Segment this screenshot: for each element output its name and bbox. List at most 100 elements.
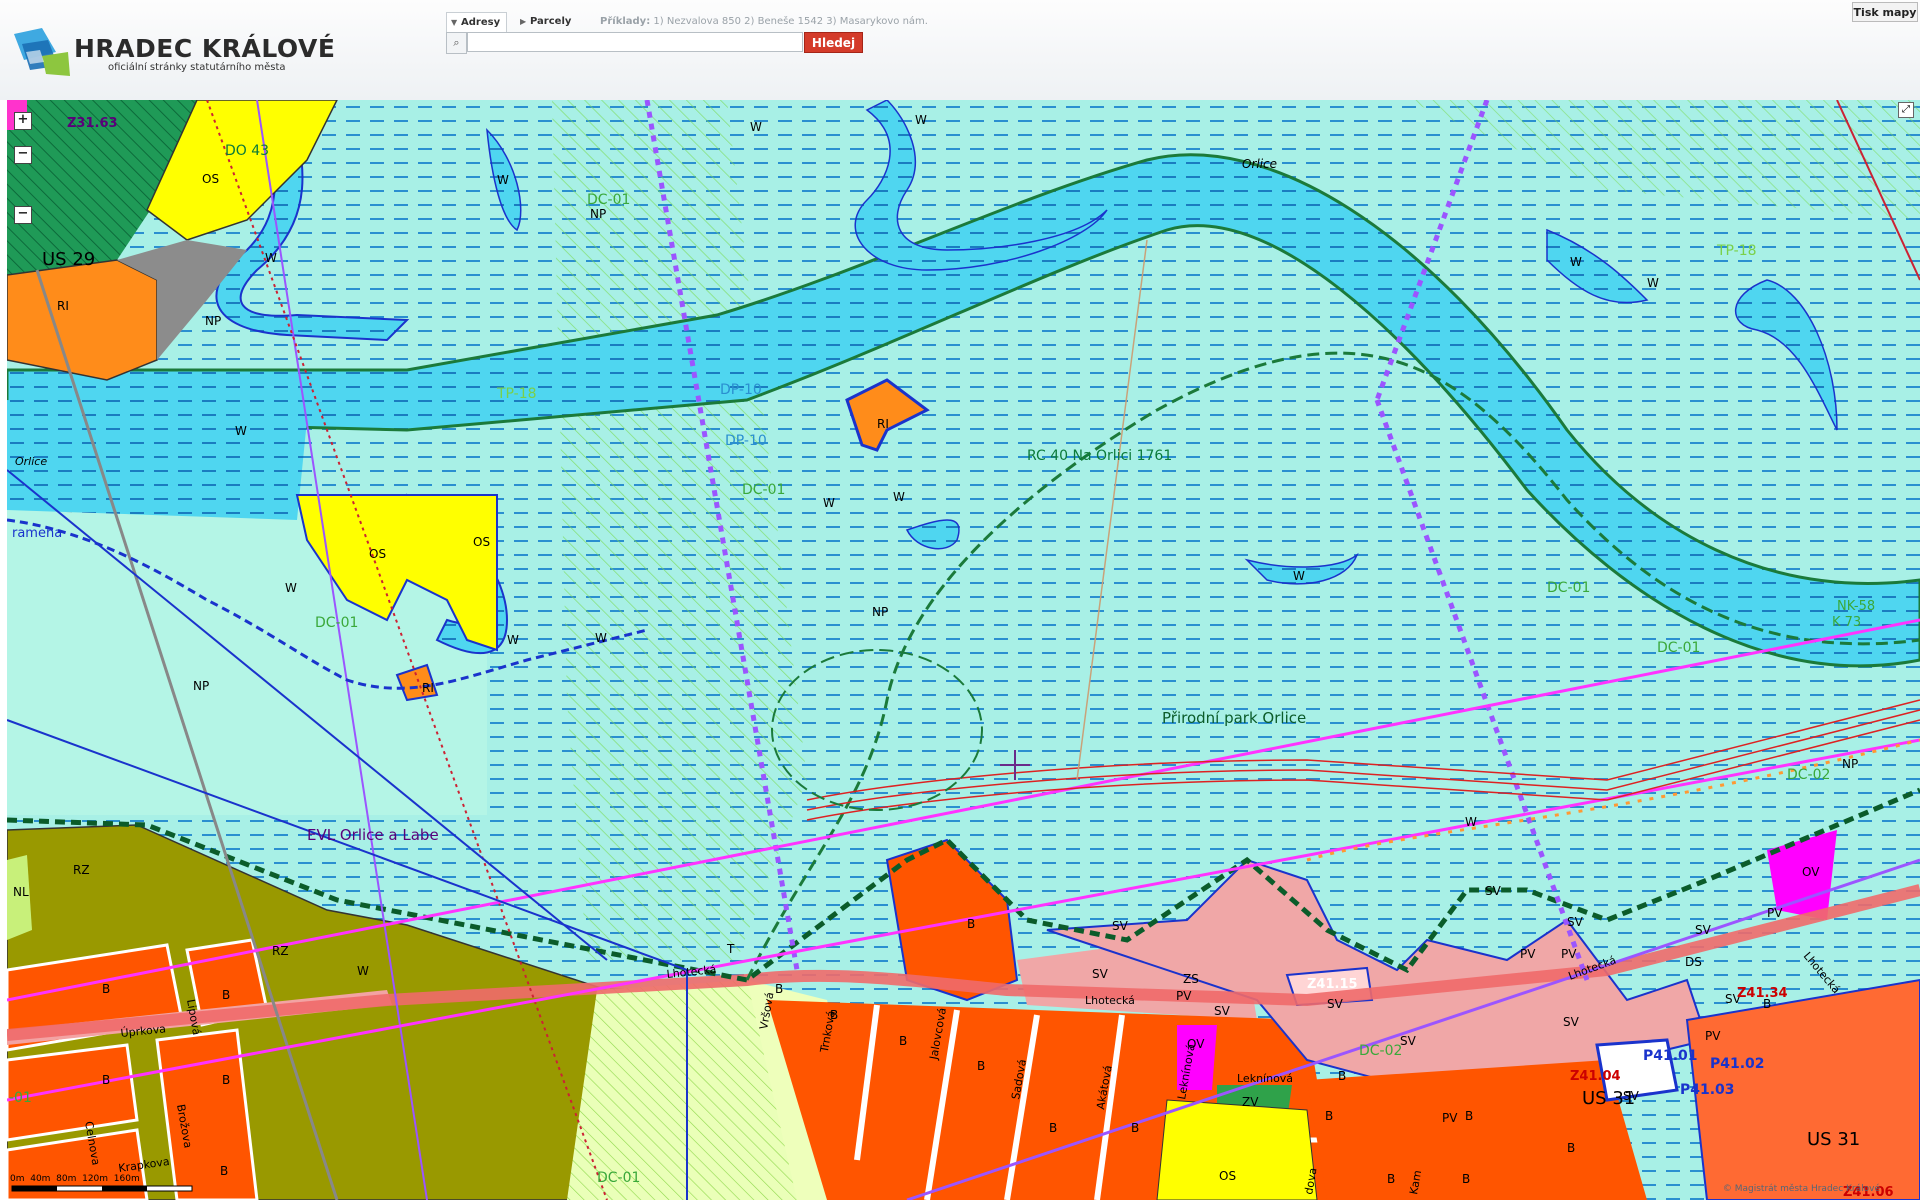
label-w: W xyxy=(507,633,519,647)
label-ri: RI xyxy=(57,299,69,313)
label-bx: B xyxy=(1763,997,1771,1011)
label-dc02: DC-02 xyxy=(1787,767,1830,783)
label-orlice-left: Orlice xyxy=(15,455,47,468)
label-b: B xyxy=(222,1073,230,1087)
search-row: ⌕ Hledej xyxy=(446,32,866,54)
city-logo-icon[interactable] xyxy=(12,26,72,78)
label-w: W xyxy=(823,496,835,510)
label-w: W xyxy=(265,251,277,265)
print-map-button[interactable]: Tisk mapy xyxy=(1852,2,1918,22)
label-b: B xyxy=(967,917,975,931)
label-dc01: DC-01 xyxy=(587,192,630,208)
label-p41: P41.02 xyxy=(1710,1056,1765,1072)
label-b: B xyxy=(1567,1141,1575,1155)
label-b: B xyxy=(1465,1109,1473,1123)
header-bar: HRADEC KRÁLOVÉ oficiální stránky statutá… xyxy=(0,0,1920,101)
label-rz: RZ xyxy=(272,944,289,958)
label-sv: SV xyxy=(1327,997,1344,1011)
label-b: B xyxy=(102,982,110,996)
label-t: T xyxy=(726,942,735,956)
site-subtitle: oficiální stránky statutárního města xyxy=(108,62,286,73)
label-z41: Z41.15 xyxy=(1307,977,1358,992)
label-ds: DS xyxy=(1685,955,1702,969)
label-os: OS xyxy=(473,535,490,549)
label-b: B xyxy=(222,988,230,1002)
label-w: W xyxy=(1465,815,1477,829)
label-w: W xyxy=(497,173,509,187)
tab-label: Parcely xyxy=(530,16,572,27)
label-b: B xyxy=(1325,1109,1333,1123)
site-title[interactable]: HRADEC KRÁLOVÉ xyxy=(74,34,335,63)
expand-icon[interactable]: ⤢ xyxy=(1898,102,1914,118)
label-orlice-river: Orlice xyxy=(1242,157,1277,171)
label-ri: RI xyxy=(877,417,889,431)
examples-label: Příklady: xyxy=(600,16,651,27)
label-sv: SV xyxy=(1112,919,1129,933)
label-dp10b: DP-10 xyxy=(725,433,767,449)
street-lekninova: Leknínová xyxy=(1237,1072,1293,1085)
tab-label: Adresy xyxy=(461,17,501,28)
label-z31: Z31.63 xyxy=(67,116,118,131)
label-nl: NL xyxy=(13,885,29,899)
label-zv: ZV xyxy=(1242,1095,1259,1109)
zoom-out-button[interactable]: − xyxy=(14,146,32,164)
label-zs: ZS xyxy=(1183,972,1199,986)
label-os: OS xyxy=(1219,1169,1236,1183)
label-pv: PV xyxy=(1442,1111,1458,1125)
label-ri: RI xyxy=(422,681,434,695)
label-w: W xyxy=(1647,276,1659,290)
label-w: W xyxy=(750,120,762,134)
label-w: W xyxy=(893,490,905,504)
label-pv: PV xyxy=(1176,989,1192,1003)
copyright: © Magistrát města Hradec Králové xyxy=(1722,1184,1880,1194)
label-dc01: DC-01 xyxy=(1657,640,1700,656)
search-examples: Příklady: 1) Nezvalova 850 2) Beneše 154… xyxy=(600,16,928,27)
label-np: NP xyxy=(1842,757,1858,771)
label-sv: SV xyxy=(1485,884,1502,898)
search-input[interactable] xyxy=(467,32,803,52)
search-icon[interactable]: ⌕ xyxy=(446,32,467,54)
label-np: NP xyxy=(205,314,221,328)
scale-bar: 0m 40m 80m 120m 160m xyxy=(10,1174,195,1196)
label-dp10a: DP-10 xyxy=(720,382,762,398)
label-nk: NK-58 xyxy=(1837,599,1875,614)
search-button[interactable]: Hledej xyxy=(804,32,863,53)
label-b: B xyxy=(899,1034,907,1048)
label-w: W xyxy=(595,631,607,645)
label-b: B xyxy=(1131,1121,1139,1135)
zoom-in-button[interactable]: + xyxy=(14,112,32,130)
scale-bar-label: 0m 40m 80m 120m 160m xyxy=(10,1174,140,1184)
label-b: B xyxy=(1338,1069,1346,1083)
examples-text: 1) Nezvalova 850 2) Beneše 1542 3) Masar… xyxy=(653,16,928,27)
tab-adresy[interactable]: ▼ Adresy xyxy=(446,12,508,32)
map-canvas[interactable]: Orlice Orlice ramena Přirodní park Orlic… xyxy=(7,100,1920,1200)
label-dc01: DC-01 xyxy=(1547,580,1590,596)
label-p41: P41.03 xyxy=(1680,1082,1735,1098)
label-tp18a: TP-18 xyxy=(496,386,537,402)
zoom-out-button[interactable]: − xyxy=(14,206,32,224)
label-pv: PV xyxy=(1767,906,1783,920)
label-z41b: Z41.04 xyxy=(1570,1069,1621,1084)
label-us31b: US 31 xyxy=(1807,1129,1860,1150)
label-b: B xyxy=(1049,1121,1057,1135)
search-panel: ▼ Adresy ▶ Parcely Příklady: 1) Nezvalova … xyxy=(446,12,928,56)
label-sv: SV xyxy=(1563,1015,1580,1029)
zone-ri-orange xyxy=(7,259,158,381)
label-sv: SV xyxy=(1214,1004,1231,1018)
label-sv: SV xyxy=(1400,1034,1417,1048)
label-dc01: DC-01 xyxy=(315,615,358,631)
tab-parcely[interactable]: ▶ Parcely xyxy=(516,12,577,31)
map-svg[interactable]: Orlice Orlice ramena Přirodní park Orlic… xyxy=(7,100,1920,1200)
label-b: B xyxy=(1462,1172,1470,1186)
label-np: NP xyxy=(193,679,209,693)
label-os: OS xyxy=(369,547,386,561)
label-ramena: ramena xyxy=(12,526,62,541)
label-w: W xyxy=(915,113,927,127)
chevron-right-icon: ▶ xyxy=(520,17,527,26)
label-b: B xyxy=(977,1059,985,1073)
label-do43: DO 43 xyxy=(225,143,269,159)
label-ov: OV xyxy=(1802,865,1820,879)
label-sv: SV xyxy=(1695,923,1712,937)
label-evl: EVL Orlice a Labe xyxy=(307,826,439,844)
label-tp18b: TP-18 xyxy=(1716,243,1757,259)
